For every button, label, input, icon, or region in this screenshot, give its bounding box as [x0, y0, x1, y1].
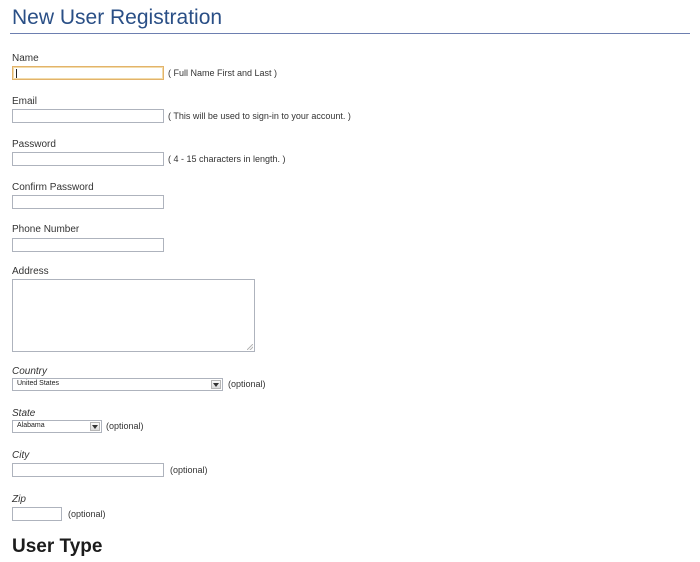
text-caret: [16, 69, 17, 78]
title-divider: [10, 33, 690, 34]
address-textarea[interactable]: [12, 279, 255, 352]
confirm-password-field[interactable]: [12, 195, 164, 209]
address-label: Address: [12, 266, 49, 277]
email-field[interactable]: [12, 109, 164, 123]
zip-field[interactable]: [12, 507, 62, 521]
chevron-down-icon[interactable]: [211, 380, 221, 389]
name-hint: ( Full Name First and Last ): [168, 68, 278, 78]
password-hint: ( 4 - 15 characters in length. ): [168, 154, 286, 164]
zip-optional-hint: (optional): [68, 509, 106, 519]
confirm-password-label: Confirm Password: [12, 182, 94, 193]
city-optional-hint: (optional): [170, 465, 208, 475]
page-title: New User Registration: [12, 6, 223, 29]
state-label: State: [12, 408, 36, 419]
name-label: Name: [12, 53, 39, 64]
name-field[interactable]: [12, 66, 164, 80]
email-label: Email: [12, 96, 38, 107]
user-type-heading: User Type: [12, 536, 103, 557]
state-optional-hint: (optional): [106, 421, 144, 431]
country-selected-value: United States: [17, 380, 60, 387]
email-hint: ( This will be used to sign-in to your a…: [168, 111, 351, 121]
password-field[interactable]: [12, 152, 164, 166]
city-label: City: [12, 450, 30, 461]
phone-field[interactable]: [12, 238, 164, 252]
chevron-down-icon[interactable]: [90, 422, 100, 431]
country-label: Country: [12, 366, 48, 377]
city-field[interactable]: [12, 463, 164, 477]
password-label: Password: [12, 139, 56, 150]
state-selected-value: Alabama: [17, 422, 45, 429]
country-optional-hint: (optional): [228, 379, 266, 389]
state-select[interactable]: Alabama: [12, 420, 102, 433]
resize-grip-icon[interactable]: [247, 344, 253, 350]
zip-label: Zip: [12, 494, 26, 505]
phone-label: Phone Number: [12, 224, 80, 235]
country-select[interactable]: United States: [12, 378, 223, 391]
